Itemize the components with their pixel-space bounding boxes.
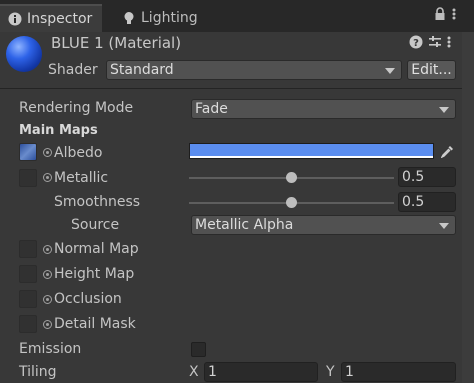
main-maps-heading: Main Maps [19,123,98,138]
source-dropdown[interactable]: Metallic Alpha [191,215,456,235]
metallic-slider-thumb[interactable] [286,172,297,183]
material-preview-sphere [6,36,42,72]
metallic-value-field[interactable]: 0.5 [398,167,456,187]
svg-text:?: ? [413,38,419,49]
albedo-texture-slot[interactable] [19,143,37,161]
metallic-texture-slot[interactable] [19,169,37,187]
help-icon[interactable]: ? [409,35,423,53]
info-icon [8,12,22,26]
object-picker-icon[interactable] [43,295,52,304]
object-picker-icon[interactable] [43,270,52,279]
tiling-y-field[interactable]: 1 [341,362,456,382]
metallic-label: Metallic [54,170,109,186]
tiling-y-label: Y [326,364,335,380]
object-picker-icon[interactable] [43,148,52,157]
detail-mask-label: Detail Mask [54,316,136,332]
more-options-icon[interactable] [447,35,451,53]
smoothness-label: Smoothness [54,194,141,210]
smoothness-slider-thumb[interactable] [286,197,297,208]
source-value: Metallic Alpha [195,217,294,233]
shader-dropdown[interactable]: Standard [106,60,402,80]
tab-inspector-label: Inspector [27,11,93,27]
height-map-texture-slot[interactable] [19,265,37,283]
albedo-label: Albedo [54,145,103,161]
more-options-icon[interactable] [452,7,456,25]
shader-label: Shader [48,62,98,78]
object-picker-icon[interactable] [43,245,52,254]
smoothness-value-field[interactable]: 0.5 [398,192,456,212]
presets-icon[interactable] [428,35,442,53]
normal-map-label: Normal Map [54,241,139,257]
tiling-x-label: X [189,364,199,380]
chevron-down-icon [439,223,449,229]
object-picker-icon[interactable] [43,320,52,329]
detail-mask-texture-slot[interactable] [19,315,37,333]
source-label: Source [71,217,120,233]
albedo-color-field[interactable] [189,143,434,159]
occlusion-texture-slot[interactable] [19,290,37,308]
chevron-down-icon [439,107,449,113]
emission-label: Emission [19,341,82,357]
height-map-label: Height Map [54,266,135,282]
material-title: BLUE 1 (Material) [51,34,182,52]
scrollbar[interactable] [462,32,474,383]
eyedropper-icon[interactable] [437,142,457,160]
normal-map-texture-slot[interactable] [19,240,37,258]
lock-icon[interactable] [434,7,446,25]
shader-value: Standard [110,62,174,78]
emission-checkbox[interactable] [191,342,206,357]
edit-shader-button[interactable]: Edit... [407,60,456,80]
lightbulb-icon [122,11,136,25]
alpha-bar [190,156,433,158]
tab-lighting[interactable]: Lighting [114,4,224,32]
rendering-mode-label: Rendering Mode [19,100,134,116]
object-picker-icon[interactable] [43,173,52,182]
tab-inspector[interactable]: Inspector [0,4,102,32]
rendering-mode-dropdown[interactable]: Fade [191,99,456,119]
occlusion-label: Occlusion [54,291,122,307]
separator [0,88,474,89]
tab-lighting-label: Lighting [141,10,198,26]
rendering-mode-value: Fade [195,101,228,117]
tiling-x-field[interactable]: 1 [204,362,318,382]
tab-bar: Inspector Lighting [0,0,474,32]
chevron-down-icon [385,68,395,74]
tiling-label: Tiling [19,364,57,380]
